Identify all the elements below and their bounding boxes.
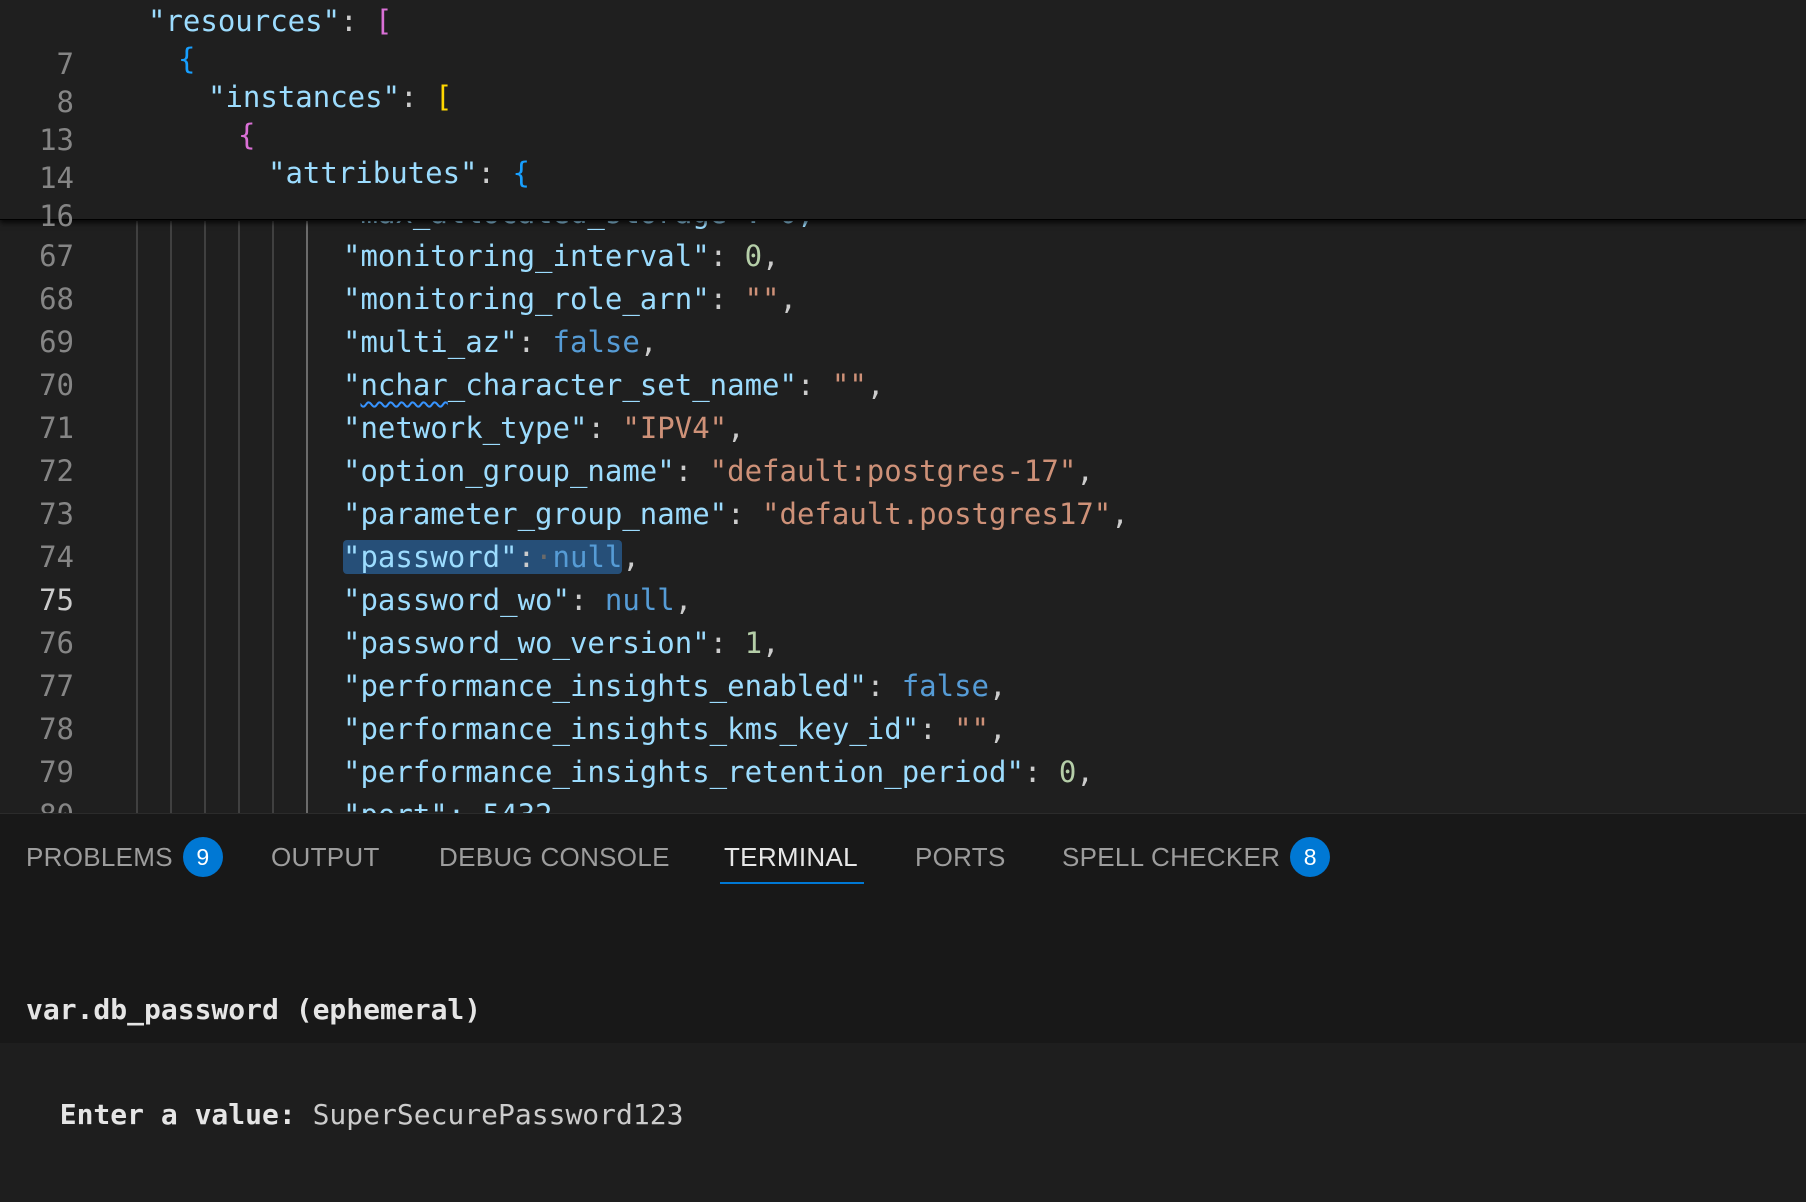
json-value: false (552, 325, 640, 359)
code-line[interactable]: 81 "port": 5432, (0, 794, 1806, 813)
json-key: "option_group_name" (343, 454, 675, 488)
json-key: "password_wo" (343, 583, 570, 617)
bracket: [ (374, 4, 393, 38)
json-value: "default.postgres17" (762, 497, 1112, 531)
sticky-line[interactable]: 14 { (0, 114, 1806, 195)
json-value: "" (744, 282, 780, 316)
sticky-line[interactable]: 7 "resources": [ (0, 0, 1806, 81)
code-line[interactable]: 70 "multi_az": false, (0, 321, 1806, 402)
json-key: _character_set_name" (447, 368, 797, 402)
json-key: "resources" (148, 4, 341, 38)
sticky-line[interactable]: 16 "attributes": { (0, 152, 1806, 233)
json-value: "" (831, 368, 867, 402)
bracket: { (178, 42, 196, 76)
json-key: "network_type" (343, 411, 588, 445)
json-value: null (552, 540, 623, 574)
json-key: "performance_insights_enabled" (343, 669, 867, 703)
code-line[interactable]: 74 "parameter_group_name": "default.post… (0, 493, 1806, 574)
json-value: 0 (1058, 755, 1077, 789)
code-line[interactable]: 76 "password_wo": null, (0, 579, 1806, 660)
tab-debug-console[interactable]: DEBUG CONSOLE (439, 814, 670, 900)
tab-ports[interactable]: PORTS (915, 814, 1006, 900)
json-key: "password" (343, 540, 518, 574)
json-value: 1 (744, 626, 763, 660)
code-line[interactable]: 67 "max_allocated_storage": 0, (0, 221, 1806, 273)
code-line[interactable]: 73 "option_group_name": "default:postgre… (0, 450, 1806, 531)
code-line[interactable]: 77 "password_wo_version": 1, (0, 622, 1806, 703)
sticky-scroll-header: 7 "resources": [ 8 { 13 "instances": [ 1… (0, 0, 1806, 233)
json-key: "performance_insights_kms_key_id" (343, 712, 920, 746)
spell-checker-count-badge: 8 (1290, 837, 1331, 878)
tab-label: SPELL CHECKER (1062, 842, 1281, 872)
json-value: "" (954, 712, 990, 746)
json-value: "IPV4" (622, 411, 728, 445)
json-key: "monitoring_interval" (343, 239, 710, 273)
terminal-output[interactable]: var.db_password (ephemeral) Enter a valu… (26, 922, 683, 1202)
code-line[interactable]: 69 "monitoring_role_arn": "", (0, 278, 1806, 359)
whitespace-marker: · (535, 540, 553, 574)
code-line[interactable]: 71 "nchar_character_set_name": "", (0, 364, 1806, 445)
code-text: "max_allocated_storage": 0, (343, 221, 814, 235)
code-line-current[interactable]: 75 "password":·null, (0, 536, 1806, 617)
bracket: { (238, 118, 256, 152)
editor-text-area[interactable]: 67 "max_allocated_storage": 0, 68 "monit… (0, 221, 1806, 813)
sticky-line[interactable]: 13 "instances": [ (0, 76, 1806, 157)
code-line[interactable]: 80 "performance_insights_retention_perio… (0, 751, 1806, 813)
tab-terminal[interactable]: TERMINAL (720, 814, 864, 900)
panel-tab-bar: PROBLEMS 9 OUTPUT DEBUG CONSOLE TERMINAL … (0, 814, 1806, 900)
line-number: 16 (39, 199, 74, 233)
prompt-input-value[interactable]: SuperSecurePassword123 (296, 1098, 684, 1131)
json-key: "multi_az" (343, 325, 518, 359)
json-value: null (604, 583, 675, 617)
terminal-prompt-line: Enter a value: SuperSecurePassword123 (26, 1097, 684, 1132)
json-key: "attributes" (268, 156, 478, 190)
json-key: "instances" (208, 80, 401, 114)
tab-spell-checker[interactable]: SPELL CHECKER 8 (1062, 814, 1331, 900)
tab-output[interactable]: OUTPUT (271, 814, 380, 900)
bracket: [ (434, 80, 453, 114)
terminal-line: var.db_password (ephemeral) (26, 993, 482, 1026)
json-key: "performance_insights_retention_period" (343, 755, 1024, 789)
json-key: "password_wo_version" (343, 626, 710, 660)
tab-label: PROBLEMS (26, 842, 173, 872)
prompt-label: Enter a value: (26, 1098, 296, 1131)
code-line[interactable]: 72 "network_type": "IPV4", (0, 407, 1806, 488)
json-value: 0 (744, 239, 763, 273)
json-value: false (901, 669, 990, 703)
code-line[interactable]: 68 "monitoring_interval": 0, (0, 235, 1806, 316)
bottom-panel: PROBLEMS 9 OUTPUT DEBUG CONSOLE TERMINAL … (0, 813, 1806, 1131)
tab-problems[interactable]: PROBLEMS 9 (26, 814, 223, 900)
code-editor[interactable]: 7 "resources": [ 8 { 13 "instances": [ 1… (0, 0, 1806, 813)
spelling-squiggle[interactable]: nchar (360, 368, 447, 402)
bracket: { (512, 156, 530, 190)
code-line[interactable]: 79 "performance_insights_kms_key_id": ""… (0, 708, 1806, 789)
json-key: "monitoring_role_arn" (343, 282, 710, 316)
code-line[interactable]: 78 "performance_insights_enabled": false… (0, 665, 1806, 746)
text-selection[interactable]: "password":·null (343, 540, 623, 574)
json-key: "parameter_group_name" (343, 497, 728, 531)
sticky-line[interactable]: 8 { (0, 38, 1806, 119)
problems-count-badge: 9 (182, 837, 223, 878)
code-text: "port": 5432, (343, 794, 570, 813)
json-value: "default:postgres-17" (709, 454, 1077, 488)
